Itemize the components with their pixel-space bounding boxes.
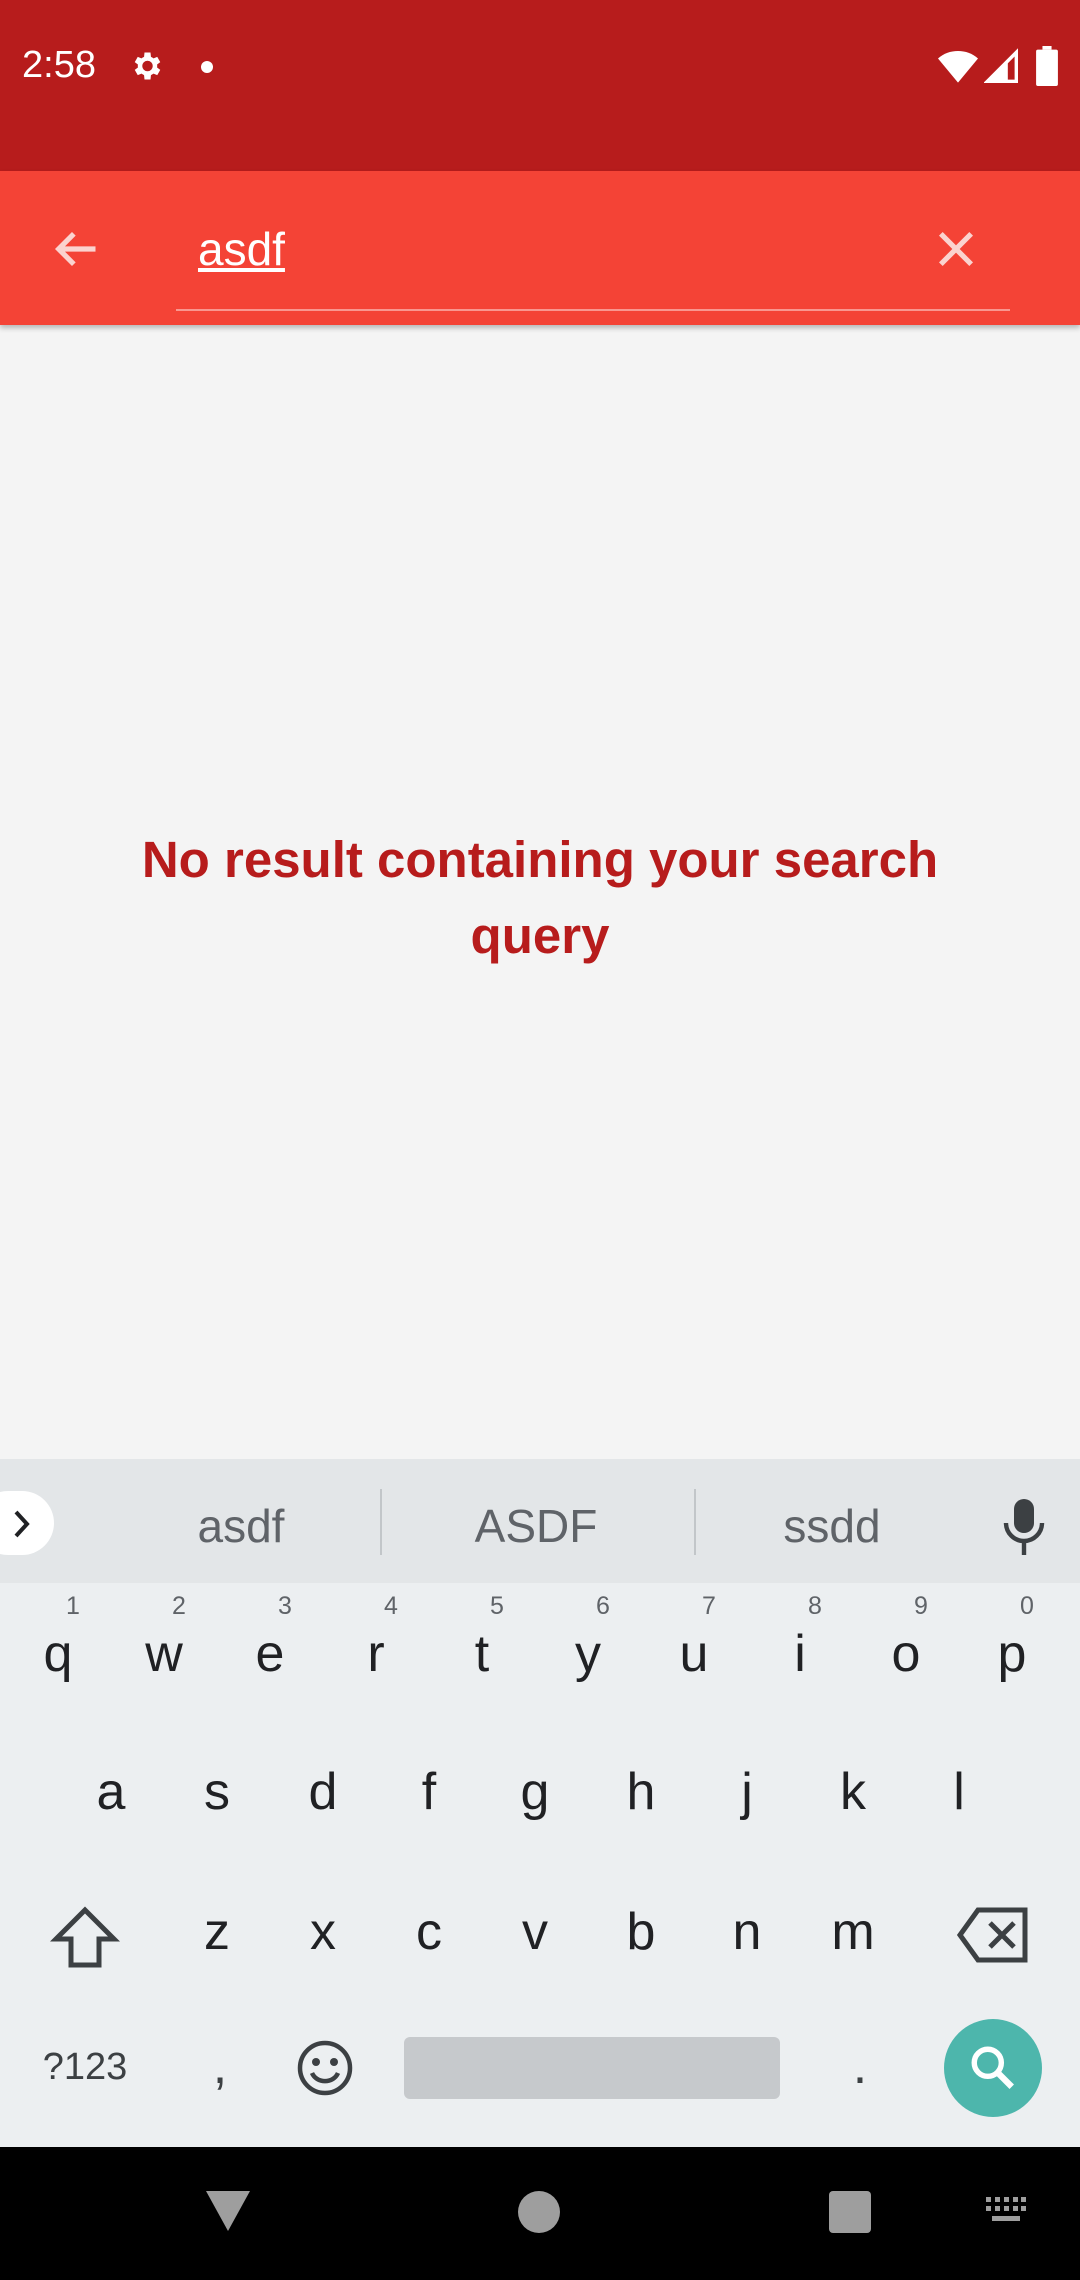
suggestion-divider	[380, 1489, 382, 1555]
notification-dot-icon	[201, 61, 213, 73]
key-z[interactable]: z	[167, 1877, 267, 1987]
symbols-key[interactable]: ?123	[30, 2039, 140, 2095]
key-y[interactable]: y6	[538, 1592, 638, 1709]
key-hint: 7	[702, 1592, 716, 1620]
key-n[interactable]: n	[697, 1877, 797, 1987]
clear-search-icon[interactable]	[930, 223, 982, 275]
search-icon	[971, 2046, 1014, 2089]
key-a[interactable]: a	[61, 1737, 161, 1847]
key-t[interactable]: t5	[432, 1592, 532, 1709]
search-field[interactable]	[176, 197, 1010, 311]
key-f[interactable]: f	[379, 1737, 479, 1847]
settings-gear-icon	[134, 52, 161, 80]
key-m[interactable]: m	[803, 1877, 903, 1987]
suggestion-3[interactable]: ssdd	[732, 1499, 932, 1553]
back-arrow-icon[interactable]	[50, 223, 102, 275]
wifi-icon	[938, 51, 978, 83]
key-hint: 5	[490, 1592, 504, 1620]
search-action-key[interactable]	[944, 2019, 1042, 2117]
status-time: 2:58	[22, 44, 96, 86]
nav-home-icon[interactable]	[518, 2191, 560, 2233]
key-c[interactable]: c	[379, 1877, 479, 1987]
status-bar: 2:58	[0, 0, 1080, 171]
cell-signal-icon	[984, 48, 1018, 83]
emoji-icon[interactable]	[296, 2039, 354, 2097]
key-hint: 8	[808, 1592, 822, 1620]
microphone-icon[interactable]	[1002, 1499, 1046, 1555]
shift-key-icon[interactable]	[50, 1905, 120, 1971]
key-hint: 4	[384, 1592, 398, 1620]
chevron-right-icon	[14, 1510, 30, 1538]
key-s[interactable]: s	[167, 1737, 267, 1847]
key-p[interactable]: p0	[962, 1592, 1062, 1709]
navigation-bar	[0, 2147, 1080, 2280]
key-u[interactable]: u7	[644, 1592, 744, 1709]
key-d[interactable]: d	[273, 1737, 373, 1847]
battery-icon	[1036, 46, 1058, 86]
search-toolbar	[0, 171, 1080, 325]
key-hint: 1	[66, 1592, 80, 1620]
key-r[interactable]: r4	[326, 1592, 426, 1709]
key-i[interactable]: i8	[750, 1592, 850, 1709]
key-q[interactable]: q1	[8, 1592, 108, 1709]
key-x[interactable]: x	[273, 1877, 373, 1987]
spacebar-key[interactable]	[404, 2037, 780, 2099]
suggestion-divider	[694, 1489, 696, 1555]
keyboard-switch-icon[interactable]	[986, 2197, 1026, 2225]
key-h[interactable]: h	[591, 1737, 691, 1847]
key-hint: 0	[1020, 1592, 1034, 1620]
key-hint: 6	[596, 1592, 610, 1620]
key-hint: 3	[278, 1592, 292, 1620]
search-underline	[176, 309, 1010, 311]
key-j[interactable]: j	[697, 1737, 797, 1847]
period-key[interactable]: .	[830, 2031, 890, 2101]
suggestion-2[interactable]: ASDF	[436, 1499, 636, 1553]
key-e[interactable]: e3	[220, 1592, 320, 1709]
key-b[interactable]: b	[591, 1877, 691, 1987]
nav-back-icon[interactable]	[204, 2189, 252, 2233]
comma-key[interactable]: ,	[190, 2031, 250, 2101]
soft-keyboard: asdf ASDF ssdd q1 w2 e3 r4 t5 y6 u7 i8 o…	[0, 1459, 1080, 2147]
suggestion-strip: asdf ASDF ssdd	[0, 1459, 1080, 1583]
empty-results-message: No result containing your search query	[141, 831, 939, 964]
suggestion-1[interactable]: asdf	[141, 1499, 341, 1553]
key-hint: 9	[914, 1592, 928, 1620]
nav-recents-icon[interactable]	[829, 2191, 871, 2233]
expand-toolbar-button[interactable]	[0, 1491, 54, 1555]
key-v[interactable]: v	[485, 1877, 585, 1987]
key-k[interactable]: k	[803, 1737, 903, 1847]
key-g[interactable]: g	[485, 1737, 585, 1847]
search-input[interactable]	[198, 219, 878, 279]
key-o[interactable]: o9	[856, 1592, 956, 1709]
backspace-key-icon[interactable]	[956, 1905, 1030, 1965]
key-l[interactable]: l	[909, 1737, 1009, 1847]
key-hint: 2	[172, 1592, 186, 1620]
key-w[interactable]: w2	[114, 1592, 214, 1709]
